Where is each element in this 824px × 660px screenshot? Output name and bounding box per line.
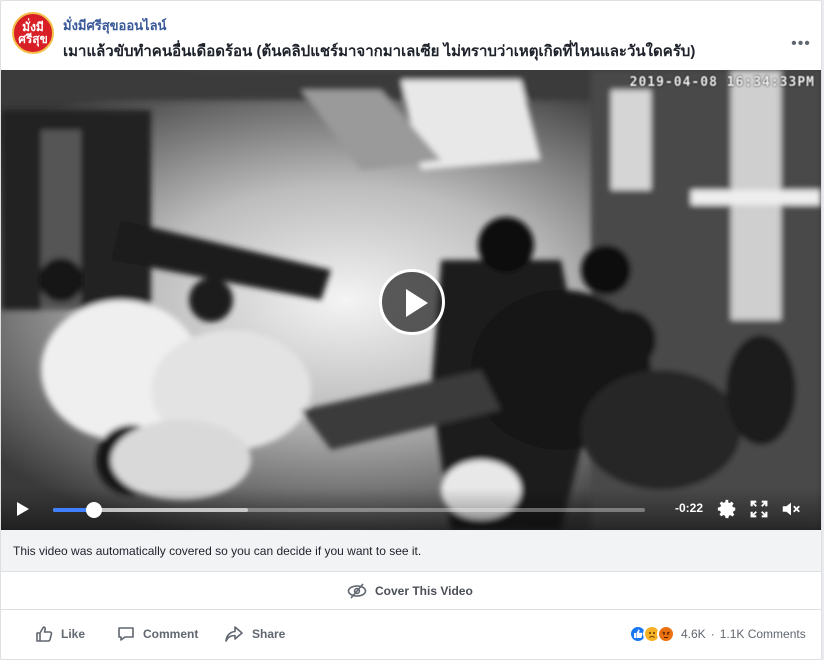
- control-play-button[interactable]: [17, 502, 33, 518]
- play-button[interactable]: [379, 269, 445, 335]
- covered-video-notice: This video was automatically covered so …: [1, 530, 821, 572]
- time-remaining: -0:22: [675, 501, 704, 515]
- fullscreen-icon[interactable]: [748, 498, 770, 520]
- play-icon: [406, 289, 428, 317]
- more-options-button[interactable]: •••: [791, 35, 811, 55]
- comment-bubble-icon: [118, 627, 134, 641]
- more-options-icon: •••: [791, 35, 811, 52]
- settings-gear-icon[interactable]: [716, 498, 738, 520]
- progress-bar[interactable]: [53, 502, 645, 518]
- post-header: มั่งมี ศรีสุข มั่งมีศรีสุขออนไลน์ เมาแล้…: [1, 1, 821, 69]
- thumbs-up-icon: [36, 626, 53, 642]
- post-title: เมาแล้วขับทำคนอื่นเดือดร้อน (ต้นคลิปแชร์…: [63, 43, 696, 60]
- share-button[interactable]: Share: [224, 625, 285, 643]
- comment-button[interactable]: Comment: [117, 625, 198, 643]
- cover-button-label: Cover This Video: [375, 584, 473, 598]
- page-avatar[interactable]: มั่งมี ศรีสุข: [12, 12, 54, 54]
- progress-scrubber-handle[interactable]: [86, 502, 103, 518]
- page-name-link[interactable]: มั่งมีศรีสุขออนไลน์: [63, 15, 166, 36]
- control-play-icon: [17, 502, 29, 516]
- post-actions-bar: Like Comment Share 4.6K · 1.1K Comments: [1, 611, 821, 659]
- share-arrow-icon: [225, 626, 243, 642]
- eye-slash-icon: [347, 583, 367, 599]
- cover-this-video-button[interactable]: Cover This Video: [1, 572, 821, 610]
- share-label: Share: [252, 627, 286, 641]
- comment-count-link[interactable]: 1.1K Comments: [720, 627, 806, 641]
- reaction-summary[interactable]: 4.6K · 1.1K Comments: [629, 625, 806, 643]
- avatar-logo-text: มั่งมี ศรีสุข: [18, 20, 48, 46]
- video-timestamp-overlay: 2019-04-08 16:34:33PM: [629, 75, 815, 90]
- video-controls: -0:22: [1, 488, 821, 530]
- notice-text: This video was automatically covered so …: [13, 544, 422, 558]
- comment-label: Comment: [143, 627, 199, 641]
- video-player[interactable]: 2019-04-08 16:34:33PM -0:22: [1, 70, 821, 530]
- like-label: Like: [61, 627, 86, 641]
- stats-separator: ·: [710, 627, 715, 641]
- feed-post: มั่งมี ศรีสุข มั่งมีศรีสุขออนไลน์ เมาแล้…: [0, 0, 822, 660]
- like-button[interactable]: Like: [35, 625, 85, 643]
- mute-volume-icon[interactable]: [780, 498, 802, 520]
- angry-reaction-icon: [657, 625, 675, 643]
- reaction-count[interactable]: 4.6K: [681, 627, 706, 641]
- cover-button-content: Cover This Video: [347, 583, 473, 599]
